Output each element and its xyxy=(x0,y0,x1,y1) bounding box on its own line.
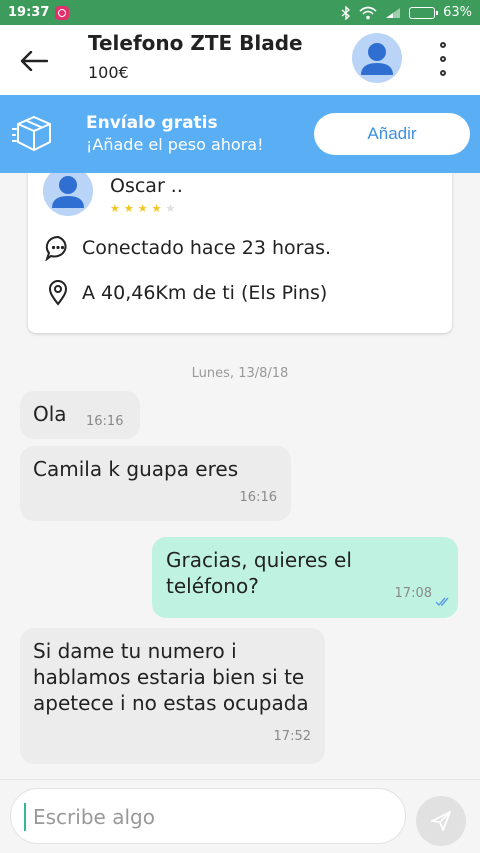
location-row: A 40,46Km de ti (Els Pins) xyxy=(44,279,327,307)
double-check-icon xyxy=(435,597,449,607)
date-separator: Lunes, 13/8/18 xyxy=(191,366,289,381)
signal-icon xyxy=(386,7,401,18)
message-bubble-incoming[interactable]: Si dame tu numero i hablamos estaria bie… xyxy=(20,628,325,764)
message-text: Camila k guapa eres xyxy=(33,457,239,481)
seller-avatar[interactable] xyxy=(43,166,93,216)
banner-title: Envíalo gratis xyxy=(86,113,218,133)
user-avatar[interactable] xyxy=(352,33,402,83)
message-bubble-incoming[interactable]: Ola 16:16 xyxy=(20,391,140,439)
product-price: 100€ xyxy=(88,63,129,82)
seller-rating: ★ ★ ★ ★ ★ xyxy=(110,203,175,214)
location-text: A 40,46Km de ti (Els Pins) xyxy=(82,282,328,304)
message-input-container[interactable] xyxy=(10,788,406,844)
more-options-button[interactable] xyxy=(430,39,456,79)
message-time: 17:52 xyxy=(273,729,311,744)
user-icon xyxy=(361,43,393,75)
seller-name: Oscar .. xyxy=(110,175,183,197)
dot-icon xyxy=(440,42,446,48)
message-input[interactable] xyxy=(33,797,393,837)
product-title: Telefono ZTE Blade xyxy=(88,31,303,55)
instagram-icon xyxy=(55,5,70,20)
message-time: 17:08 xyxy=(394,586,432,601)
user-icon xyxy=(52,176,84,208)
arrow-left-icon xyxy=(20,51,48,71)
message-text: Gracias, quieres el teléfono? xyxy=(166,548,352,598)
message-time: 16:16 xyxy=(86,414,124,429)
dot-icon xyxy=(440,70,446,76)
wifi-icon xyxy=(359,6,377,19)
star-icon: ★ xyxy=(137,202,148,215)
message-time: 16:16 xyxy=(239,490,277,505)
back-button[interactable] xyxy=(18,47,50,75)
star-icon: ★ xyxy=(123,202,134,215)
location-pin-icon xyxy=(44,279,72,307)
dot-icon xyxy=(440,56,446,62)
message-text: Ola xyxy=(33,402,67,426)
chat-bubble-icon xyxy=(44,234,72,262)
status-time: 19:37 xyxy=(8,5,50,20)
send-button[interactable] xyxy=(416,796,466,846)
battery-percent: 63% xyxy=(443,5,472,20)
bluetooth-icon xyxy=(341,5,351,20)
package-icon xyxy=(12,115,51,152)
shipping-banner: Envíalo gratis ¡Añade el peso ahora! Aña… xyxy=(0,95,480,173)
battery-icon xyxy=(409,6,439,19)
star-icon: ★ xyxy=(151,202,162,215)
message-text: Si dame tu numero i hablamos estaria bie… xyxy=(33,639,309,715)
status-icons: 63% xyxy=(341,5,472,20)
message-bubble-outgoing[interactable]: Gracias, quieres el teléfono? 17:08 xyxy=(152,537,458,618)
text-cursor xyxy=(24,803,26,831)
message-bubble-incoming[interactable]: Camila k guapa eres 16:16 xyxy=(20,446,291,521)
last-seen-row: Conectado hace 23 horas. xyxy=(44,234,331,262)
app-header: Telefono ZTE Blade 100€ xyxy=(0,25,480,95)
add-weight-button[interactable]: Añadir xyxy=(314,113,470,155)
send-icon xyxy=(431,811,451,831)
star-icon: ★ xyxy=(165,202,176,215)
seller-card[interactable]: Oscar .. ★ ★ ★ ★ ★ Conectado hace 23 horas. … xyxy=(28,150,452,333)
status-bar: 19:37 63% xyxy=(0,0,480,25)
last-seen-text: Conectado hace 23 horas. xyxy=(82,237,332,259)
banner-subtitle: ¡Añade el peso ahora! xyxy=(86,135,264,154)
star-icon: ★ xyxy=(110,202,120,215)
message-composer xyxy=(0,779,480,853)
